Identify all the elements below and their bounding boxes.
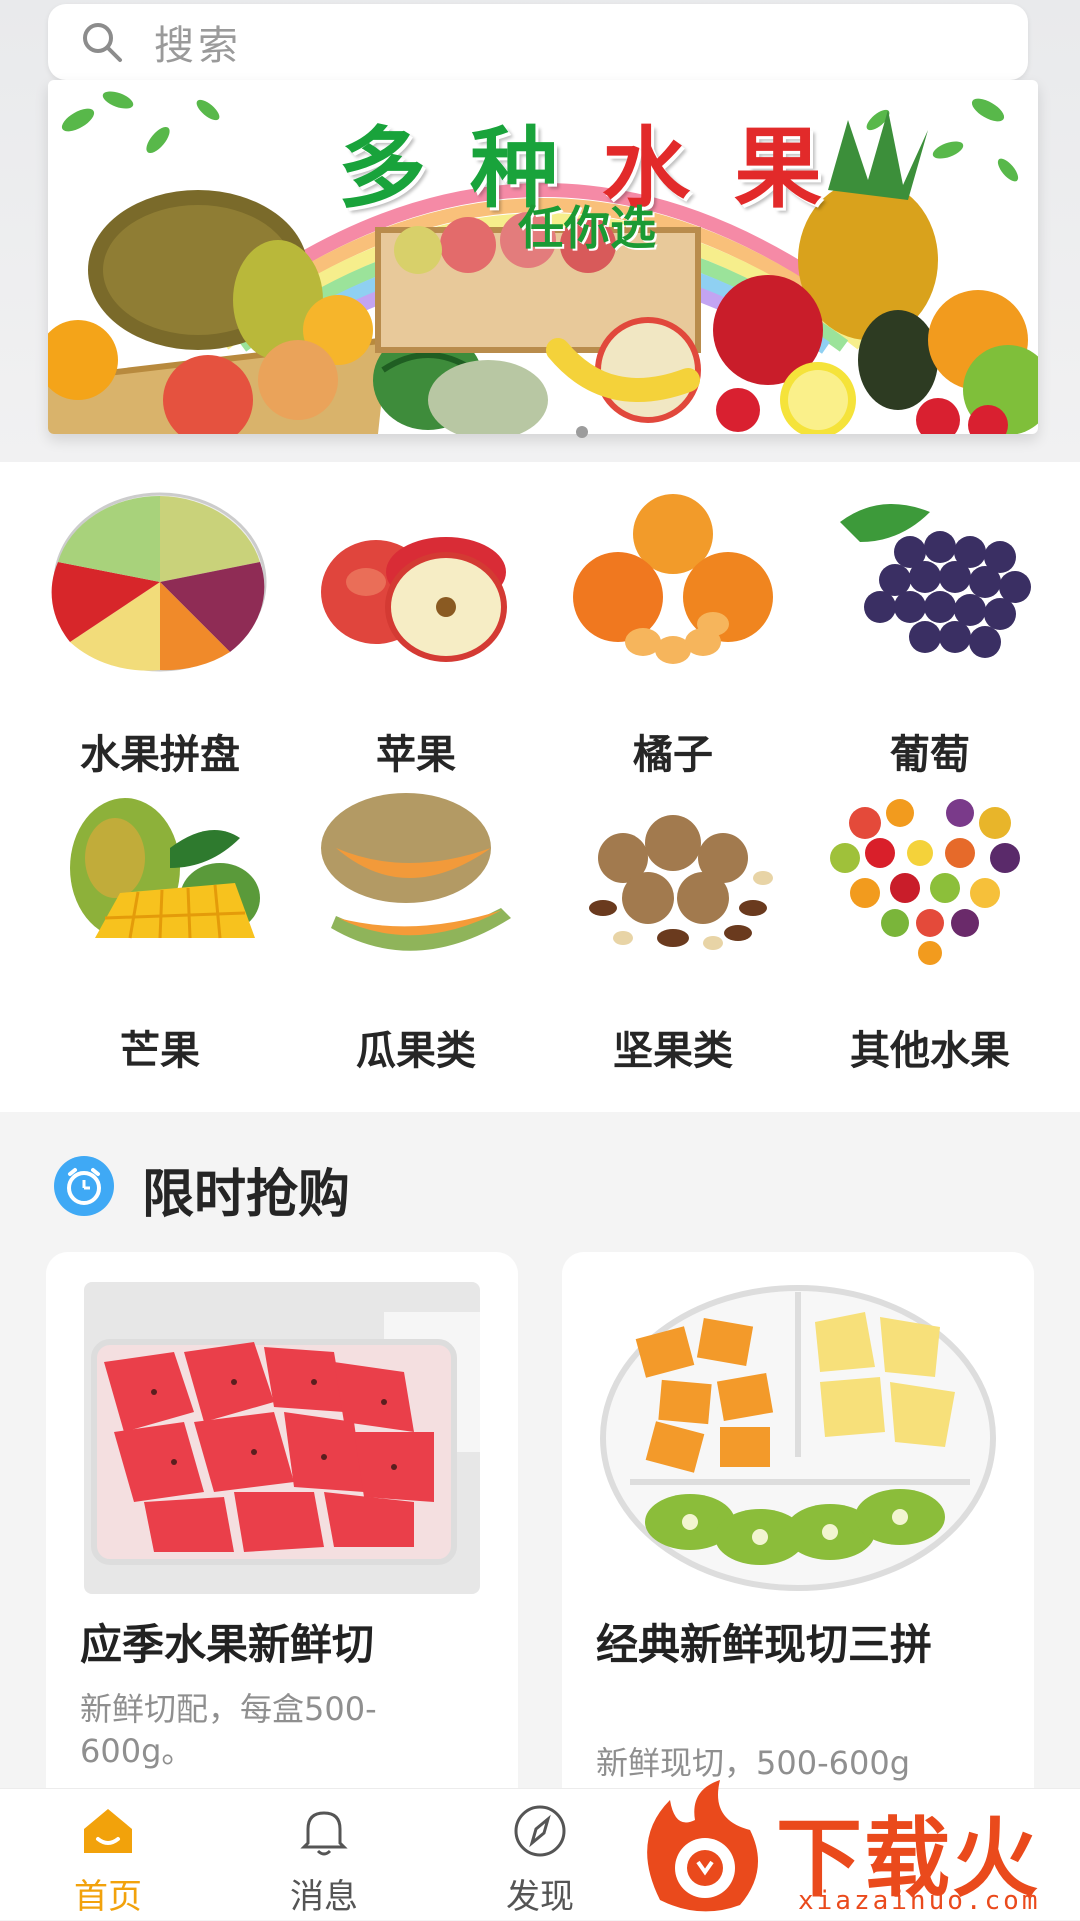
tab-home[interactable]: 首页: [18, 1789, 198, 1921]
category-apple[interactable]: 苹果: [286, 492, 546, 778]
search-placeholder: 搜索: [154, 23, 242, 69]
category-label: 水果拼盘: [80, 732, 240, 778]
tab-discover[interactable]: 发现: [450, 1789, 630, 1921]
watermark-domain: xiazaihuo.com: [798, 1886, 1041, 1916]
category-fruit-platter[interactable]: 水果拼盘: [30, 492, 290, 778]
flash-sale-section: 限时抢购 应季水果新鲜切 新鲜切配，每盒500-600g。 经典新鲜现切三拼 新…: [0, 1112, 1080, 1812]
orange-icon: [563, 492, 783, 672]
banner-subtitle: 任你选: [518, 201, 656, 255]
category-label: 坚果类: [613, 1028, 733, 1074]
search-bar[interactable]: 搜索: [48, 4, 1028, 80]
category-mango[interactable]: 芒果: [30, 788, 290, 1074]
fruit-platter-icon: [50, 492, 270, 672]
category-label: 其他水果: [850, 1028, 1010, 1074]
category-orange[interactable]: 橘子: [543, 492, 803, 778]
tab-label: 发现: [506, 1877, 574, 1917]
category-nuts[interactable]: 坚果类: [543, 788, 803, 1074]
bell-icon: [294, 1801, 354, 1861]
product-image: [84, 1282, 480, 1594]
home-icon: [78, 1801, 138, 1861]
tab-label: 首页: [74, 1877, 142, 1917]
flame-logo-icon: [647, 1780, 758, 1912]
mango-icon: [50, 788, 270, 968]
product-card-fruit-trio[interactable]: 经典新鲜现切三拼 新鲜现切，500-600g: [562, 1252, 1034, 1812]
category-label: 瓜果类: [356, 1028, 476, 1074]
product-name: 经典新鲜现切三拼: [596, 1620, 933, 1669]
compass-icon: [510, 1801, 570, 1861]
category-label: 葡萄: [890, 732, 970, 778]
product-image: [600, 1282, 996, 1594]
category-melon[interactable]: 瓜果类: [286, 788, 546, 1074]
tab-messages[interactable]: 消息: [234, 1789, 414, 1921]
category-other-fruit[interactable]: 其他水果: [800, 788, 1060, 1074]
alarm-clock-icon: [52, 1154, 116, 1218]
product-name: 应季水果新鲜切: [80, 1620, 375, 1669]
product-description: 新鲜现切，500-600g: [596, 1744, 911, 1782]
flash-sale-title: 限时抢购: [142, 1165, 351, 1225]
apple-icon: [306, 492, 526, 672]
top-area: 搜索 多种水果 任你选: [0, 0, 1080, 462]
category-label: 苹果: [376, 732, 456, 778]
search-icon: [80, 20, 124, 64]
nuts-icon: [563, 788, 783, 968]
category-label: 芒果: [120, 1028, 200, 1074]
promo-banner[interactable]: 多种水果 任你选: [48, 80, 1038, 434]
product-card-watermelon[interactable]: 应季水果新鲜切 新鲜切配，每盒500-600g。: [46, 1252, 518, 1812]
mixed-fruit-heart-icon: [820, 788, 1040, 968]
carousel-indicator[interactable]: [576, 426, 588, 438]
category-label: 橘子: [633, 732, 713, 778]
category-grape[interactable]: 葡萄: [800, 492, 1060, 778]
category-grid: 水果拼盘 苹果 橘子 葡萄 芒果 瓜果类 坚果类 其他水果: [0, 462, 1080, 1112]
watermark: 下载火 xiazaihuo.com: [630, 1780, 1080, 1920]
product-description: 新鲜切配，每盒500-600g。: [80, 1690, 377, 1770]
grape-icon: [820, 492, 1040, 672]
tab-label: 消息: [290, 1877, 358, 1917]
melon-icon: [306, 788, 526, 968]
